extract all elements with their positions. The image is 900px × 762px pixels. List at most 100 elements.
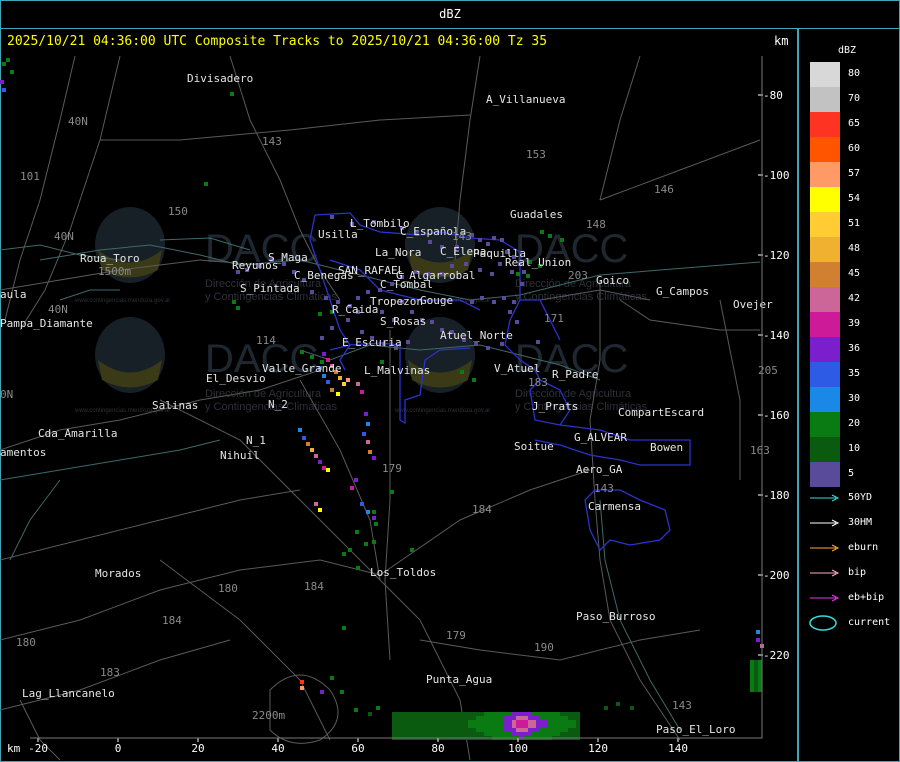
echo-pixel <box>320 690 324 694</box>
echo-pixel <box>572 728 576 732</box>
echo-pixel <box>492 724 496 728</box>
echo-pixel <box>556 716 560 720</box>
echo-pixel <box>448 720 452 724</box>
echo-pixel <box>524 712 528 716</box>
echo-pixel <box>460 712 464 716</box>
legend-level-label: 39 <box>848 318 861 329</box>
route-number: 179 <box>382 462 402 475</box>
echo-pixel <box>440 720 444 724</box>
echo-pixel <box>496 724 500 728</box>
echo-pixel <box>528 732 532 736</box>
place-label: R_Caida <box>332 303 378 316</box>
x-tick-label: 60 <box>351 742 364 755</box>
echo-pixel <box>318 460 322 464</box>
echo-pixel <box>552 716 556 720</box>
echo-pixel <box>444 712 448 716</box>
echo-pixel <box>320 336 324 340</box>
echo-pixel <box>400 728 404 732</box>
echo-pixel <box>436 732 440 736</box>
echo-pixel <box>416 712 420 716</box>
echo-pixel <box>428 732 432 736</box>
echo-pixel <box>564 728 568 732</box>
echo-pixel <box>356 382 360 386</box>
echo-pixel <box>354 708 358 712</box>
echo-pixel <box>326 380 330 384</box>
echo-pixel <box>412 716 416 720</box>
place-label: CompartEscard <box>618 406 704 419</box>
echo-pixel <box>572 712 576 716</box>
echo-pixel <box>390 490 394 494</box>
echo-pixel <box>432 732 436 736</box>
echo-pixel <box>564 724 568 728</box>
echo-pixel <box>548 732 552 736</box>
echo-pixel <box>548 720 552 724</box>
echo-pixel <box>526 274 530 278</box>
echo-pixel <box>428 728 432 732</box>
radar-map[interactable]: DACC DACC DACC DACC Dirección de Agricul… <box>0 0 797 761</box>
route-number: 114 <box>256 334 276 347</box>
place-label: G_ALVEAR <box>574 431 627 444</box>
echo-pixel <box>416 732 420 736</box>
legend-level-label: 30 <box>848 393 861 404</box>
echo-pixel <box>552 724 556 728</box>
echo-pixel <box>492 732 496 736</box>
echo-pixel <box>404 720 408 724</box>
track-arrow-icon <box>810 544 840 552</box>
echo-pixel <box>372 516 376 520</box>
echo-pixel <box>520 282 524 286</box>
echo-pixel <box>468 712 472 716</box>
echo-pixel <box>512 724 516 728</box>
echo-pixel <box>756 638 760 642</box>
route-number: 183 <box>528 376 548 389</box>
echo-pixel <box>408 712 412 716</box>
echo-pixel <box>410 548 414 552</box>
echo-pixel <box>532 728 536 732</box>
echo-pixel <box>404 716 408 720</box>
echo-pixel <box>480 724 484 728</box>
echo-pixel <box>392 732 396 736</box>
echo-pixel <box>500 712 504 716</box>
place-label: Paso_Burroso <box>576 610 655 623</box>
echo-pixel <box>2 62 6 66</box>
echo-pixel <box>448 732 452 736</box>
km-label-top: km <box>774 34 789 48</box>
echo-pixel <box>10 70 14 74</box>
echo-pixel <box>348 548 352 552</box>
echo-pixel <box>6 58 10 62</box>
echo-pixel <box>448 728 452 732</box>
echo-pixel <box>452 732 456 736</box>
legend-swatch <box>810 212 840 237</box>
place-label: E_Escuria <box>342 336 402 349</box>
echo-pixel <box>408 724 412 728</box>
echo-pixel <box>540 732 544 736</box>
echo-pixel <box>486 242 490 246</box>
echo-pixel <box>432 720 436 724</box>
echo-pixel <box>754 688 758 692</box>
place-label: Real_Union <box>505 256 571 269</box>
place-label: Lag_Llancanelo <box>22 687 115 700</box>
echo-pixel <box>532 720 536 724</box>
place-label: S_Rosas <box>380 315 426 328</box>
echo-pixel <box>330 676 334 680</box>
echo-pixel <box>300 680 304 684</box>
echo-pixel <box>516 716 520 720</box>
echo-pixel <box>548 712 552 716</box>
echo-pixel <box>464 724 468 728</box>
echo-pixel <box>504 720 508 724</box>
place-label: amentos <box>0 446 46 459</box>
echo-pixel <box>450 264 454 268</box>
echo-pixel <box>556 720 560 724</box>
echo-pixel <box>236 306 240 310</box>
echo-pixel <box>400 732 404 736</box>
echo-pixel <box>436 728 440 732</box>
watermark-line1c: Dirección de Agricultura <box>205 388 322 400</box>
echo-pixel <box>392 728 396 732</box>
echo-pixel <box>412 728 416 732</box>
echo-pixel <box>568 728 572 732</box>
route-number: 163 <box>750 444 770 457</box>
echo-pixel <box>322 352 326 356</box>
echo-pixel <box>444 716 448 720</box>
route-number: 203 <box>568 269 588 282</box>
echo-pixel <box>492 300 496 304</box>
echo-pixel <box>468 732 472 736</box>
